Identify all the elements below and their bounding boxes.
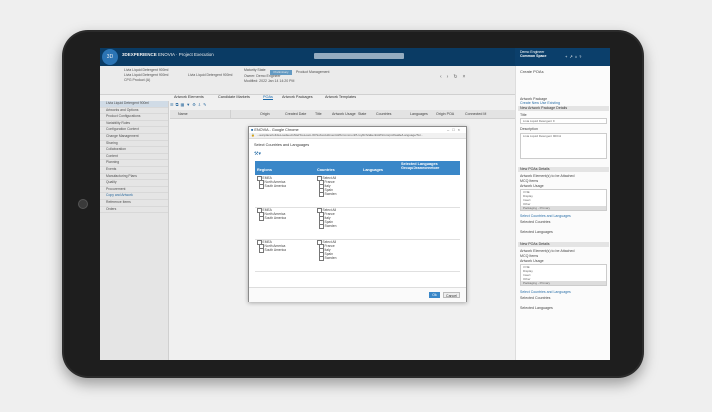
usage-list[interactable]: 3 NE Display Insert Other Packaging - Pr… <box>520 189 607 211</box>
section-new-poas: New POAs Details <box>518 167 609 172</box>
country-sweden-label: Sweden <box>324 192 337 197</box>
user-space: Common Space <box>520 54 547 58</box>
region-south-america[interactable]: South America <box>259 248 286 253</box>
attach-value[interactable]: MCQ Items <box>520 179 538 183</box>
selected-languages: Selected Languages <box>520 230 553 234</box>
usage-label-2: Artwork Usage <box>520 259 544 263</box>
usage-option[interactable]: Packaging - Primary <box>521 281 606 285</box>
attach-label-2: Artwork Element(s) to be Attached <box>520 249 575 253</box>
col-languages: Languages <box>363 168 384 172</box>
attach-label: Artwork Element(s) to be Attached <box>520 174 575 178</box>
country-sweden[interactable]: Sweden <box>319 224 336 229</box>
region-south-america-label: South America <box>264 216 286 221</box>
region-south-america-label: South America <box>264 184 286 189</box>
dialog-url: 🔒 ...aunplace/toFdeLoadseuGNtelTosLoam-ID… <box>249 133 466 139</box>
country-sweden[interactable]: Sweden <box>319 192 336 197</box>
app-screen: 3D 3DEXPERIENCE ENOVIA · Project Executi… <box>100 48 610 360</box>
usage-label: Artwork Usage <box>520 184 544 188</box>
selected-languages-2: Selected Languages <box>520 306 553 310</box>
region-south-america[interactable]: South America <box>259 184 286 189</box>
select-countries-dialog: ■ ENOVIA - Google Chrome –□× 🔒 ...aunplac… <box>248 126 467 302</box>
usage-list-2[interactable]: 3 NE Display Insert Other Packaging - Pr… <box>520 264 607 286</box>
dialog-url-text: ...aunplace/toFdeLoadseuGNtelTosLoam-ID/… <box>256 133 423 137</box>
attach-value-2[interactable]: MCQ Items <box>520 254 538 258</box>
camera-dot <box>78 199 88 209</box>
user-info[interactable]: Demo Engineer Common Space <box>520 50 546 58</box>
selected-countries-2: Selected Countries <box>520 296 551 300</box>
table-row: EMEA North America South America Select … <box>255 207 460 240</box>
region-south-america[interactable]: South America <box>259 216 286 221</box>
col-regions: Regions <box>257 168 272 172</box>
top-toolbar-icons[interactable]: +↗⌂? <box>565 54 583 59</box>
title-label: Title <box>520 113 527 117</box>
country-sweden[interactable]: Sweden <box>319 256 336 261</box>
help-icon[interactable]: ? <box>579 54 583 59</box>
close-icon[interactable]: × <box>458 127 463 132</box>
col-countries: Countries <box>317 168 335 172</box>
table-row: EMEA North America South America Select … <box>255 239 460 272</box>
description-field[interactable]: Livia Liquid Detergent 900ml <box>520 133 607 159</box>
ok-button[interactable]: Ok <box>429 292 440 298</box>
country-sweden-label: Sweden <box>324 256 337 261</box>
region-south-america-label: South America <box>264 248 286 253</box>
title-field[interactable]: Livia Liquid Detergent 9 <box>520 118 607 124</box>
select-label: Select Countries and Languages <box>254 143 310 147</box>
select-countries-link-2[interactable]: Select Countries and Languages <box>520 290 571 294</box>
dialog-title: ENOVIA - Google Chrome <box>254 128 299 132</box>
dialog-footer: Ok Cancel <box>249 287 466 302</box>
cancel-button[interactable]: Cancel <box>443 292 460 298</box>
select-countries-link[interactable]: Select Countries and Languages <box>520 214 571 218</box>
package-radio[interactable]: Create New Use Existing <box>520 101 560 105</box>
panel-title: Create POAs <box>520 69 544 74</box>
country-sweden-label: Sweden <box>324 224 337 229</box>
wrench-icon[interactable]: ⚒▾ <box>254 151 261 157</box>
right-panel: Create POAs Artwork Package Create New U… <box>515 66 610 360</box>
dialog-table-header: Regions Countries Languages Selected Lan… <box>255 161 460 175</box>
selected-countries: Selected Countries <box>520 220 551 224</box>
section-new-package: New Artwork Package Details <box>518 106 609 111</box>
title-field-value: Livia Liquid Detergent 9 <box>523 119 555 123</box>
description-value: Livia Liquid Detergent 900ml <box>523 134 562 138</box>
table-row: EMEA North America South America Select … <box>255 175 460 208</box>
lock-icon: 🔒 <box>251 133 255 137</box>
section-new-poas-2: New POAs Details <box>518 242 609 247</box>
usage-option[interactable]: Packaging - Primary <box>521 206 606 210</box>
chrome-icon: ■ <box>251 128 254 132</box>
col-selected-languages: Selected Languages Group/Jeaneoreetore <box>401 162 440 170</box>
description-label: Description <box>520 127 538 131</box>
